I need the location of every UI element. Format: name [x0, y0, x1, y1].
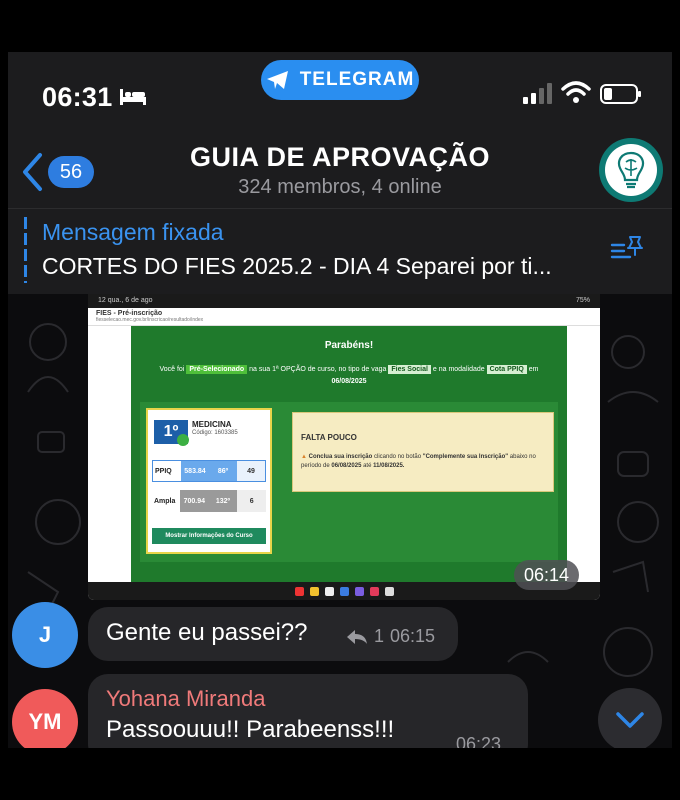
result-sentence: Você foi Pré-Selecionado na sua 1ª OPÇÃO…: [131, 364, 567, 388]
scroll-to-bottom-button[interactable]: [598, 688, 662, 748]
battery-icon: [600, 84, 641, 104]
show-course-info-button: Mostrar Informações do Curso: [152, 528, 266, 544]
app-icon: [369, 586, 379, 596]
message-bubble[interactable]: Yohana Miranda Passoouuu!! Parabeenss!!!…: [88, 674, 528, 748]
status-time: 06:31: [42, 82, 113, 112]
message-text: Passoouuu!! Parabeenss!!!: [106, 716, 395, 743]
badge-fies-social: Fies Social: [388, 365, 431, 374]
media-browser-bar: FIES - Pré-inscrição fiesselecao.mec.gov…: [88, 308, 600, 326]
falta-start: 06/08/2025: [331, 463, 362, 469]
screenshot-media-message[interactable]: 12 qua., 6 de ago 75% FIES - Pré-inscriç…: [88, 294, 600, 600]
telegram-app-badge[interactable]: TELEGRAM: [261, 60, 419, 100]
message-time: 06:15: [390, 626, 436, 646]
app-icon: [354, 586, 364, 596]
result-text-c: e na modalidade: [432, 366, 485, 373]
course-code: Código: 1603385: [192, 430, 238, 436]
course-name: MEDICINA: [192, 420, 232, 429]
check-icon: [177, 434, 189, 446]
message-time: 06:23: [456, 734, 502, 748]
message-text: Gente eu passei??: [106, 619, 308, 646]
falta-end: 11/08/2025.: [373, 463, 405, 469]
row-label: Ampla: [154, 497, 176, 505]
app-icon: [339, 586, 349, 596]
chevron-down-icon: [616, 712, 644, 728]
chat-member-count: 324 membros, 4 online: [238, 176, 442, 198]
result-date: 06/08/2025: [331, 378, 367, 385]
falta-body-1: Conclua sua inscrição: [308, 454, 373, 460]
avatar[interactable]: YM: [12, 689, 78, 748]
falta-pouco-notice: FALTA POUCO ▲ Conclua sua inscrição clic…: [292, 412, 554, 492]
chat-header: 06:31 TELEGRAM 56 GUIA DE APROVAÇÃO 324 …: [8, 52, 672, 294]
app-icon: [294, 586, 304, 596]
falta-body-2: clicando no botão: [374, 454, 422, 460]
lightbulb-brain-icon: [617, 151, 645, 189]
app-icon: [309, 586, 319, 596]
media-status-left: 12 qua., 6 de ago: [98, 297, 153, 304]
result-text-a: Você foi: [159, 366, 185, 373]
row-position: 86º: [209, 461, 237, 481]
row-position: 132º: [208, 490, 238, 512]
telegram-plane-icon: [266, 71, 288, 89]
row-vagas: 6: [237, 490, 267, 512]
pinned-list-icon[interactable]: [610, 233, 646, 263]
app-badge-label: TELEGRAM: [299, 69, 415, 90]
result-details: 1º MEDICINA Código: 1603385 PPIQ 583.84 …: [140, 402, 558, 562]
message-meta: 1 06:15: [346, 626, 435, 647]
avatar[interactable]: J: [12, 602, 78, 668]
chat-title[interactable]: GUIA DE APROVAÇÃO: [8, 142, 672, 173]
result-text-b: na sua 1ª OPÇÃO de curso, no tipo de vag…: [249, 366, 387, 373]
telegram-chat-screen: 06:31 TELEGRAM 56 GUIA DE APROVAÇÃO 324 …: [8, 52, 672, 748]
message-bubble[interactable]: Gente eu passei?? 1 06:15: [88, 607, 458, 661]
pinned-text: CORTES DO FIES 2025.2 - DIA 4 Separei po…: [42, 253, 552, 279]
result-panel: Parabéns! Você foi Pré-Selecionado na su…: [131, 326, 567, 582]
app-icon: [384, 586, 394, 596]
course-card: 1º MEDICINA Código: 1603385 PPIQ 583.84 …: [146, 408, 272, 554]
reply-count: 1: [374, 626, 385, 646]
reply-icon: [347, 629, 367, 644]
badge-cota: Cota PPIQ: [486, 365, 527, 374]
result-text-d: em: [528, 366, 539, 373]
falta-body-3: "Complemente sua Inscrição": [422, 454, 509, 460]
avatar-initials: YM: [28, 709, 62, 734]
group-avatar[interactable]: [599, 138, 663, 202]
pinned-indicator: [24, 217, 27, 283]
sleep-focus-icon: [120, 89, 146, 105]
media-timestamp: 06:14: [514, 560, 580, 590]
score-row-ampla: Ampla 700.94 132º 6: [152, 490, 267, 512]
app-icon: [324, 586, 334, 596]
pinned-message-bar[interactable]: Mensagem fixada CORTES DO FIES 2025.2 - …: [8, 209, 672, 294]
cellular-signal-icon: [523, 83, 552, 104]
row-score: 700.94: [180, 490, 209, 512]
media-tab-title: FIES - Pré-inscrição: [96, 310, 163, 317]
media-url: fiesselecao.mec.gov.br/inscricao/resulta…: [96, 317, 204, 323]
media-status-right: 75%: [575, 297, 590, 304]
congrats-heading: Parabéns!: [324, 340, 374, 351]
wifi-icon: [561, 81, 591, 103]
sender-name[interactable]: Yohana Miranda: [106, 686, 265, 712]
avatar-initials: J: [38, 622, 52, 647]
falta-sep: até: [363, 463, 372, 469]
falta-body: ▲ Conclua sua inscrição clicando no botã…: [301, 453, 551, 471]
media-phone-status: 12 qua., 6 de ago 75%: [88, 294, 600, 308]
score-row-ppiq: PPIQ 583.84 86º 49: [152, 460, 266, 482]
row-vagas: 49: [237, 461, 265, 481]
row-label: PPIQ: [155, 467, 172, 475]
falta-title: FALTA POUCO: [301, 433, 357, 442]
warning-icon: ▲: [301, 454, 307, 460]
row-score: 583.84: [181, 461, 209, 481]
pinned-title: Mensagem fixada: [42, 219, 224, 245]
media-page: Parabéns! Você foi Pré-Selecionado na su…: [88, 326, 600, 582]
badge-preselecionado: Pré-Selecionado: [186, 365, 248, 374]
